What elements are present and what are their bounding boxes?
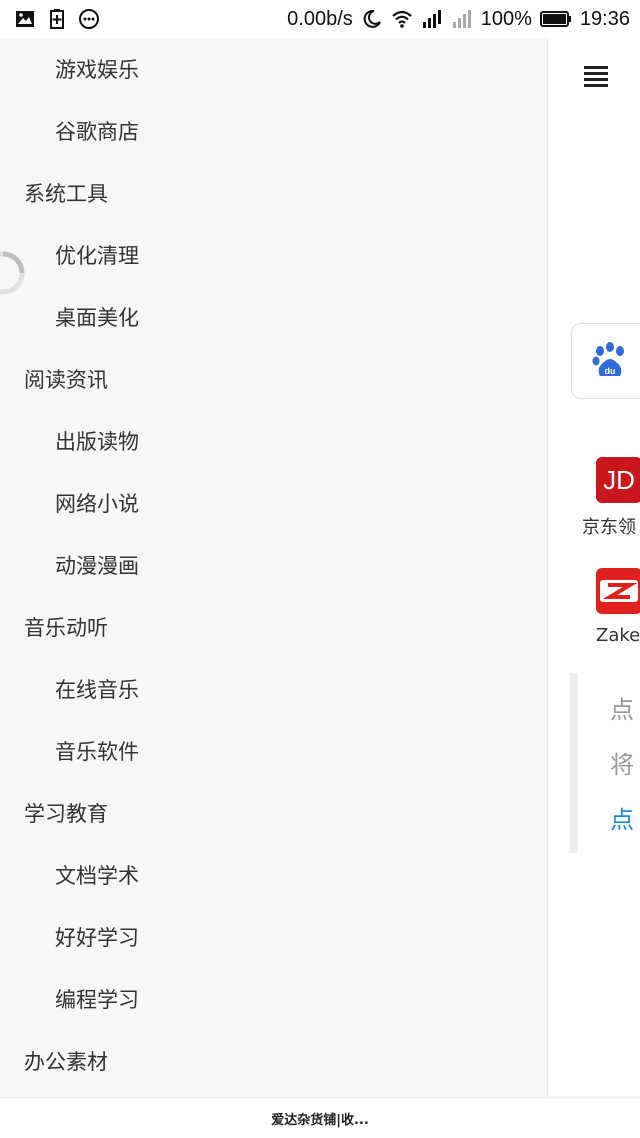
menu-item-label: 文档学术 (55, 864, 139, 888)
menu-item[interactable]: 文档学术 (0, 844, 547, 906)
menu-item-label: 出版读物 (55, 430, 139, 454)
signal-icon (421, 8, 443, 30)
menu-category-label: 系统工具 (24, 182, 108, 206)
moon-icon (361, 8, 383, 30)
image-icon (14, 8, 36, 30)
battery-icon (539, 8, 572, 30)
menu-item-label: 谷歌商店 (55, 120, 139, 144)
more-dots-icon (78, 8, 100, 30)
menu-category[interactable]: 阅读资讯 (0, 348, 547, 410)
menu-item-label: 游戏娱乐 (55, 58, 139, 82)
menu-item-label: 音乐软件 (55, 740, 139, 764)
menu-item[interactable]: 音乐软件 (0, 720, 547, 782)
menu-item[interactable]: 桌面美化 (0, 286, 547, 348)
bottom-title-bar: 爱达杂货铺|收... (0, 1097, 640, 1138)
network-speed: 0.00b/s (287, 7, 353, 30)
menu-category[interactable]: 学习教育 (0, 782, 547, 844)
wifi-icon (391, 8, 413, 30)
menu-item-label: 在线音乐 (55, 678, 139, 702)
menu-category[interactable]: 音乐动听 (0, 596, 547, 658)
menu-item[interactable]: 出版读物 (0, 410, 547, 472)
menu-item-label: 桌面美化 (55, 306, 139, 330)
jd-app-icon[interactable]: JD (596, 457, 640, 503)
zaker-logo-icon (600, 580, 638, 602)
menu-item[interactable]: 好好学习 (0, 906, 547, 968)
battery-percent: 100% (480, 7, 532, 30)
status-bar: 0.00b/s 100% 19:36 (0, 0, 640, 38)
menu-item-label: 好好学习 (55, 926, 139, 950)
app-label: Zaker (596, 625, 640, 646)
menu-item[interactable]: 在线音乐 (0, 658, 547, 720)
notice-text: 点 (610, 696, 634, 724)
menu-icon[interactable] (584, 66, 608, 87)
menu-category-label: 阅读资讯 (24, 368, 108, 392)
notice-link[interactable]: 点 (610, 800, 634, 835)
menu-item[interactable]: 谷歌商店 (0, 100, 547, 162)
notice-divider (570, 673, 578, 853)
menu-item[interactable]: 游戏娱乐 (0, 38, 547, 100)
menu-category[interactable]: 系统工具 (0, 162, 547, 224)
menu-item[interactable]: 网络小说 (0, 472, 547, 534)
app-label: 京东领 (582, 517, 636, 538)
menu-item[interactable]: 动漫漫画 (0, 534, 547, 596)
jd-tile-text: JD (603, 464, 635, 495)
clock: 19:36 (579, 7, 630, 30)
main-content: du JD 京东领 Zaker 点 将 点 (548, 38, 640, 1097)
svg-text:du: du (605, 366, 616, 376)
menu-category-label: 音乐动听 (24, 616, 108, 640)
loading-spinner-icon (0, 251, 25, 295)
menu-item-label: 网络小说 (55, 492, 139, 516)
battery-plus-icon (46, 8, 68, 30)
menu-category-label: 学习教育 (24, 802, 108, 826)
menu-item-label: 编程学习 (55, 988, 139, 1012)
menu-category[interactable]: 办公素材 (0, 1030, 547, 1092)
notice-text: 将 (610, 751, 634, 779)
category-drawer: 游戏娱乐 谷歌商店 系统工具 优化清理 桌面美化 阅读资讯 出版读物 网络小说 … (0, 38, 548, 1097)
bottom-title: 爱达杂货铺|收... (271, 1112, 369, 1128)
menu-category-label: 办公素材 (24, 1050, 108, 1074)
search-box[interactable]: du (571, 323, 640, 399)
menu-item-label: 优化清理 (55, 244, 139, 268)
signal-weak-icon (451, 8, 473, 30)
menu-item[interactable]: 编程学习 (0, 968, 547, 1030)
menu-item[interactable]: 优化清理 (0, 224, 547, 286)
zaker-app-icon[interactable] (596, 568, 640, 614)
menu-item-label: 动漫漫画 (55, 554, 139, 578)
baidu-paw-icon: du (592, 342, 624, 376)
